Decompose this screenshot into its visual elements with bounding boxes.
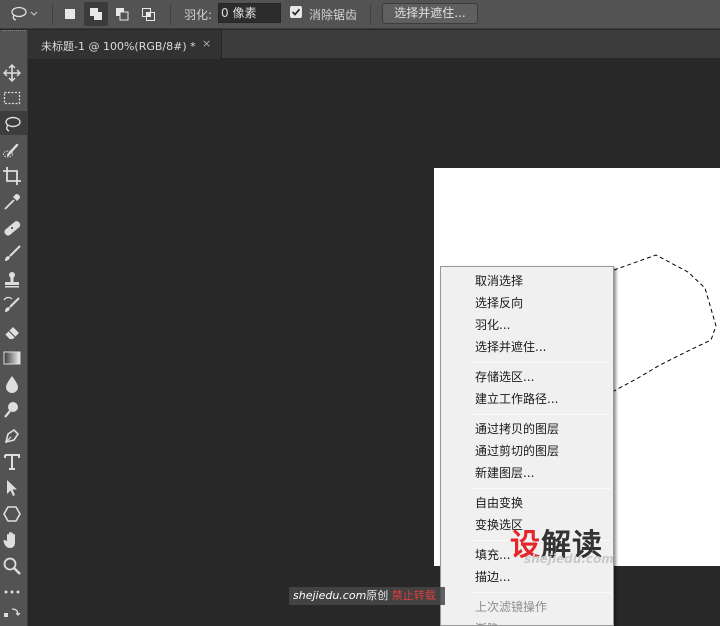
history-brush-tool[interactable] — [0, 293, 28, 317]
document-tab-title: 未标题-1 @ 100%(RGB/8#) * — [41, 40, 196, 53]
quick-selection-icon — [3, 143, 19, 158]
lasso-tool-preset-picker[interactable] — [8, 6, 38, 22]
droplet-icon — [6, 376, 18, 393]
add-to-selection-button[interactable] — [84, 2, 108, 26]
options-bar: 羽化: 0 像素 消除锯齿 选择并遮住... — [0, 0, 720, 29]
separator — [370, 4, 371, 25]
zoom-tool[interactable] — [0, 553, 28, 577]
watermark-strip-ban: 禁止转载 — [391, 589, 436, 602]
select-and-mask-button[interactable]: 选择并遮住... — [382, 3, 478, 24]
anti-alias-checkbox[interactable] — [290, 6, 302, 18]
menu-item-layer-via-copy[interactable]: 通过拷贝的图层 — [441, 418, 613, 440]
menu-separator — [471, 488, 611, 489]
healing-brush-tool[interactable] — [0, 215, 28, 239]
document-tab-bar: 未标题-1 @ 100%(RGB/8#) * × — [28, 30, 720, 59]
menu-item-save-selection[interactable]: 存储选区... — [441, 366, 613, 388]
hand-tool[interactable] — [0, 527, 28, 551]
eraser-tool[interactable] — [0, 319, 28, 343]
feather-label: 羽化: — [184, 8, 213, 22]
menu-separator — [471, 414, 611, 415]
new-selection-icon — [65, 9, 75, 19]
menu-separator — [471, 592, 611, 593]
separator — [52, 4, 53, 25]
intersect-selection-icon — [142, 8, 155, 21]
pen-icon — [4, 428, 20, 444]
toolbox — [0, 30, 28, 626]
watermark-strip: shejiedu.com原创 禁止转载 — [289, 587, 445, 605]
anti-alias-label: 消除锯齿 — [309, 8, 358, 22]
context-menu: 取消选择 选择反向 羽化... 选择并遮住... 存储选区... 建立工作路径.… — [440, 266, 614, 626]
menu-item-fade: 渐隐... — [441, 618, 613, 625]
move-icon — [3, 64, 21, 82]
menu-item-deselect[interactable]: 取消选择 — [441, 270, 613, 292]
crop-tool[interactable] — [0, 163, 28, 187]
subtract-from-selection-icon — [116, 8, 129, 21]
checkmark-icon — [291, 8, 301, 16]
dodge-icon — [4, 402, 18, 418]
add-to-selection-icon — [90, 8, 102, 20]
close-icon[interactable]: × — [202, 37, 211, 50]
eraser-icon — [4, 327, 19, 340]
bandage-icon — [4, 221, 21, 236]
rectangular-marquee-tool[interactable] — [0, 85, 28, 109]
move-tool[interactable] — [0, 60, 28, 84]
shape-tool[interactable] — [0, 501, 28, 525]
subtract-from-selection-button[interactable] — [110, 2, 134, 26]
menu-item-stroke[interactable]: 描边... — [441, 566, 613, 588]
crop-icon — [3, 167, 21, 185]
pen-tool[interactable] — [0, 423, 28, 447]
marquee-icon — [3, 91, 21, 105]
swap-colors-icon — [4, 608, 21, 617]
hexagon-icon — [3, 506, 21, 522]
menu-item-select-and-mask[interactable]: 选择并遮住... — [441, 336, 613, 358]
path-selection-tool[interactable] — [0, 475, 28, 499]
lasso-icon — [11, 6, 38, 21]
new-selection-button[interactable] — [58, 2, 82, 26]
more-tools[interactable] — [0, 579, 28, 603]
feather-input[interactable]: 0 像素 — [218, 3, 281, 23]
menu-item-last-filter: 上次滤镜操作 — [475, 600, 548, 614]
separator — [170, 4, 171, 25]
color-swap-tool[interactable] — [0, 602, 28, 626]
menu-item-new-layer[interactable]: 新建图层... — [441, 462, 613, 484]
type-icon — [4, 454, 20, 470]
menu-item-layer-via-cut[interactable]: 通过剪切的图层 — [441, 440, 613, 462]
history-brush-icon — [3, 296, 20, 312]
menu-separator — [471, 362, 611, 363]
menu-item-make-work-path[interactable]: 建立工作路径... — [441, 388, 613, 410]
menu-item-free-transform[interactable]: 自由变换 — [441, 492, 613, 514]
document-tab[interactable]: 未标题-1 @ 100%(RGB/8#) * × — [28, 30, 222, 59]
type-tool[interactable] — [0, 449, 28, 473]
more-icon — [4, 590, 20, 594]
gradient-icon — [3, 351, 21, 365]
eyedropper-icon — [4, 194, 20, 210]
brush-icon — [5, 245, 21, 261]
clone-stamp-tool[interactable] — [0, 267, 28, 291]
menu-item-feather[interactable]: 羽化... — [441, 314, 613, 336]
intersect-selection-button[interactable] — [136, 2, 160, 26]
lasso-icon — [5, 116, 21, 132]
watermark-strip-site: shejiedu.com — [293, 589, 367, 602]
eyedropper-tool[interactable] — [0, 189, 28, 213]
blur-tool[interactable] — [0, 371, 28, 395]
toolbox-grip[interactable] — [3, 30, 25, 32]
brush-tool[interactable] — [0, 241, 28, 265]
quick-selection-tool[interactable] — [0, 137, 28, 161]
menu-item-select-inverse[interactable]: 选择反向 — [441, 292, 613, 314]
lasso-tool[interactable] — [0, 111, 28, 135]
path-selection-icon — [7, 480, 17, 496]
stamp-icon — [5, 272, 19, 288]
watermark-logo-sub: shejiedu.com — [524, 552, 614, 566]
gradient-tool[interactable] — [0, 345, 28, 369]
hand-icon — [3, 532, 15, 548]
watermark-strip-original: 原创 — [366, 589, 389, 602]
magnifier-icon — [3, 557, 21, 575]
dodge-tool[interactable] — [0, 397, 28, 421]
